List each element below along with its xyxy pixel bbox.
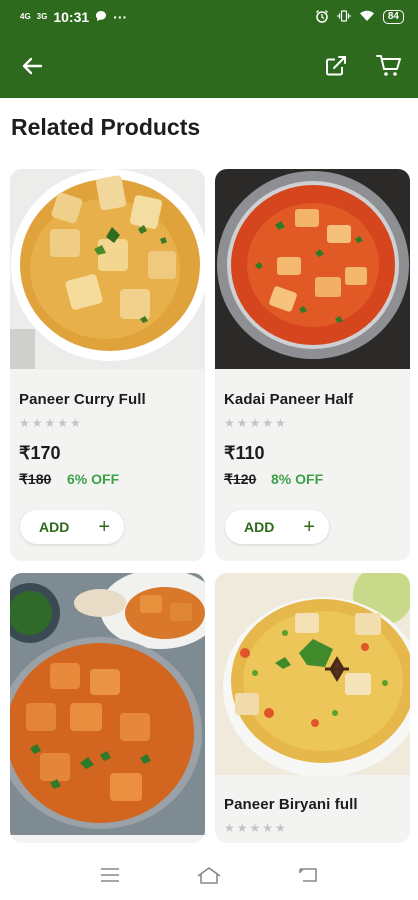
product-card[interactable]: Kadai Paneer Half ★★★★★ ₹110 ₹120 8% OFF… xyxy=(215,169,410,561)
alarm-icon xyxy=(315,9,329,26)
page-title: Related Products xyxy=(11,114,201,140)
add-to-cart-button[interactable]: ADD + xyxy=(20,510,124,544)
rating-stars: ★★★★★ xyxy=(224,821,288,835)
back-nav-button[interactable] xyxy=(293,860,323,890)
original-price: ₹120 xyxy=(224,471,257,487)
share-button[interactable] xyxy=(318,48,354,84)
add-to-cart-button[interactable]: ADD + xyxy=(225,510,329,544)
plus-icon: + xyxy=(303,516,315,538)
vibrate-icon xyxy=(337,9,351,26)
share-external-icon xyxy=(326,56,346,76)
app-bar xyxy=(0,34,418,98)
back-nav-icon xyxy=(299,868,318,882)
add-label: ADD xyxy=(244,519,275,535)
add-label: ADD xyxy=(39,519,70,535)
home-icon xyxy=(197,867,221,884)
menu-button[interactable] xyxy=(95,860,125,890)
product-card[interactable] xyxy=(10,573,205,843)
cart-button[interactable] xyxy=(371,48,407,84)
message-icon xyxy=(95,9,107,25)
signal-3g: 3G xyxy=(36,12,48,21)
home-button[interactable] xyxy=(194,860,224,890)
product-card[interactable]: Paneer Curry Full ★★★★★ ₹170 ₹180 6% OFF… xyxy=(10,169,205,561)
more-notifications: ··· xyxy=(113,9,128,25)
product-image-paneer-biryani xyxy=(215,573,410,777)
back-arrow-icon xyxy=(22,57,43,75)
product-name: Kadai Paneer Half xyxy=(224,391,354,408)
battery-indicator: 84 xyxy=(382,10,404,24)
cart-icon xyxy=(376,55,401,76)
menu-icon xyxy=(100,868,119,882)
plus-icon: + xyxy=(98,516,110,538)
signal-4g: 4G xyxy=(20,12,31,21)
back-button[interactable] xyxy=(14,48,50,84)
product-image-paneer-masala xyxy=(10,573,205,835)
product-card[interactable]: Paneer Biryani full ★★★★★ xyxy=(215,573,410,843)
system-nav-bar xyxy=(0,850,418,900)
product-price: ₹170 xyxy=(19,443,61,463)
wifi-icon xyxy=(359,9,375,25)
discount-badge: 8% OFF xyxy=(271,471,324,487)
original-price: ₹180 xyxy=(19,471,52,487)
product-image-kadai-paneer xyxy=(215,169,410,369)
status-bar: 4G 3G 10:31 ··· 84 xyxy=(0,0,418,34)
rating-stars: ★★★★★ xyxy=(224,416,288,430)
product-image-paneer-curry xyxy=(10,169,205,369)
product-name: Paneer Biryani full xyxy=(224,796,358,813)
discount-badge: 6% OFF xyxy=(67,471,120,487)
product-price: ₹110 xyxy=(224,443,265,463)
status-time: 10:31 xyxy=(53,9,90,25)
product-name: Paneer Curry Full xyxy=(19,391,146,408)
rating-stars: ★★★★★ xyxy=(19,416,83,430)
